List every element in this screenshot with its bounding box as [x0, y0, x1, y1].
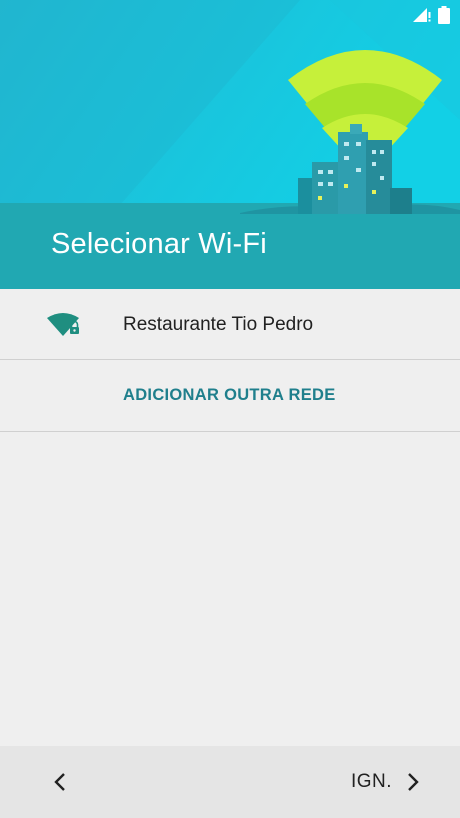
- skip-label: IGN.: [350, 771, 392, 792]
- chevron-right-icon: [408, 773, 419, 791]
- header-illustration: Selecionar Wi-Fi: [0, 0, 460, 289]
- add-network-label: ADICIONAR OUTRA REDE: [123, 386, 336, 404]
- add-network-button[interactable]: ADICIONAR OUTRA REDE: [0, 360, 460, 432]
- status-bar: [412, 6, 450, 24]
- network-ssid: Restaurante Tio Pedro: [123, 314, 314, 335]
- navigation-bar: IGN.: [0, 746, 460, 818]
- signal-no-sim-icon: [413, 8, 431, 22]
- page-title: Selecionar Wi-Fi: [51, 228, 267, 260]
- battery-full-icon: [438, 6, 450, 24]
- network-item[interactable]: Restaurante Tio Pedro: [0, 289, 460, 360]
- wifi-locked-icon: [47, 313, 79, 336]
- skip-button[interactable]: IGN.: [351, 762, 420, 802]
- back-button[interactable]: [40, 762, 80, 802]
- network-list: Restaurante Tio Pedro ADICIONAR OUTRA RE…: [0, 289, 460, 432]
- chevron-left-icon: [54, 773, 65, 791]
